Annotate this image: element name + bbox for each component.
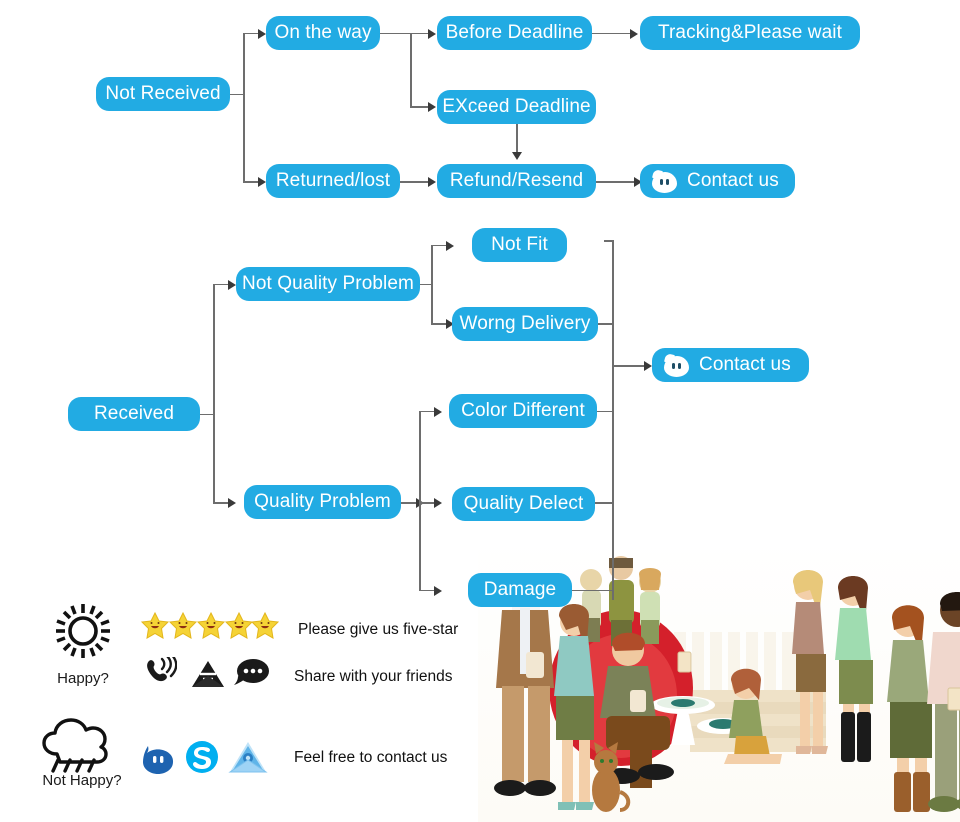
node-returned-lost[interactable]: Returned/lost (266, 164, 400, 198)
node-quality-defect[interactable]: Quality Delect (452, 487, 595, 521)
arrow-to-before-deadline (428, 28, 436, 39)
node-exceed-deadline[interactable]: EXceed Deadline (437, 90, 596, 124)
arrow-to-not-quality-problem (228, 279, 236, 290)
arrow-to-on-the-way (258, 28, 266, 39)
connector-exceed-to-refund (516, 124, 518, 154)
connector-not-received-stem (230, 93, 244, 96)
arrow-to-quality-problem (228, 498, 236, 508)
share-message: Share with your friends (294, 668, 453, 685)
phone-ring-icon[interactable] (143, 652, 178, 689)
node-not-fit[interactable]: Not Fit (472, 228, 567, 262)
connector-not-received-vertical (243, 33, 245, 182)
connector-received-vertical (213, 284, 215, 503)
node-tracking-please-wait[interactable]: Tracking&Please wait (640, 16, 860, 50)
node-contact-us-bottom-label: Contact us (699, 354, 791, 375)
infographic-canvas: Not Received On the way Before Deadline … (0, 0, 960, 822)
connector-bus-tick-color-different (597, 410, 613, 413)
node-wrong-delivery[interactable]: Worng Delivery (452, 307, 598, 341)
arrow-to-refund-resend (428, 177, 436, 187)
arrow-to-not-fit (446, 240, 454, 251)
arrow-to-damage (434, 585, 442, 596)
arrow-to-returned-lost (258, 177, 266, 187)
arrow-to-color-different (434, 406, 442, 417)
node-contact-us-top-label: Contact us (687, 170, 779, 191)
node-not-quality-problem[interactable]: Not Quality Problem (236, 267, 420, 301)
envelope-icon[interactable] (190, 657, 226, 689)
connector-bus-tick-wrong-delivery (598, 323, 613, 325)
connector-bus-to-contact (612, 365, 648, 367)
arrow-to-tracking (630, 28, 638, 39)
node-contact-us-top[interactable]: Contact us (640, 164, 795, 198)
node-before-deadline[interactable]: Before Deadline (437, 16, 592, 50)
trademanager-chat-icon (652, 168, 678, 193)
node-refund-resend[interactable]: Refund/Resend (437, 164, 596, 198)
skype-icon[interactable] (185, 740, 219, 774)
connector-refund-to-contact (596, 181, 638, 183)
arrow-down-to-refund (512, 152, 522, 160)
connector-ontheway-drop (410, 33, 412, 107)
not-happy-label: Not Happy? (42, 772, 122, 789)
connector-ontheway-right (380, 32, 432, 35)
node-on-the-way[interactable]: On the way (266, 16, 380, 50)
blue-envelope-icon[interactable] (228, 740, 268, 774)
five-star-message: Please give us five-star (298, 621, 459, 638)
node-contact-us-bottom[interactable]: Contact us (652, 348, 809, 382)
sun-icon (52, 602, 114, 660)
connector-bus-tick-quality-defect (595, 502, 613, 504)
node-damage[interactable]: Damage (468, 573, 572, 607)
node-color-different[interactable]: Color Different (449, 394, 597, 428)
speech-bubble-icon[interactable] (233, 657, 271, 689)
node-quality-problem[interactable]: Quality Problem (244, 485, 401, 519)
connector-aggregate-bus (612, 240, 614, 600)
trademanager-chat-icon (664, 352, 690, 377)
arrow-to-contact-us-bottom (644, 361, 652, 371)
connector-nqp-vertical (431, 245, 433, 324)
arrow-to-quality-defect (434, 498, 442, 508)
happy-label: Happy? (57, 670, 109, 687)
connector-received-stem (200, 413, 214, 416)
node-not-received[interactable]: Not Received (96, 77, 230, 111)
node-received[interactable]: Received (68, 397, 200, 431)
connector-bus-tick-damage (572, 589, 613, 592)
connector-qp-vertical (419, 411, 421, 591)
connector-beforedeadline-right (592, 32, 634, 35)
rain-cloud-icon (40, 718, 120, 774)
trademanager-chat-icon[interactable] (143, 742, 175, 774)
contact-message: Feel free to contact us (294, 749, 448, 766)
arrow-to-exceed-deadline (428, 102, 436, 112)
five-star-rating[interactable] (140, 611, 280, 642)
